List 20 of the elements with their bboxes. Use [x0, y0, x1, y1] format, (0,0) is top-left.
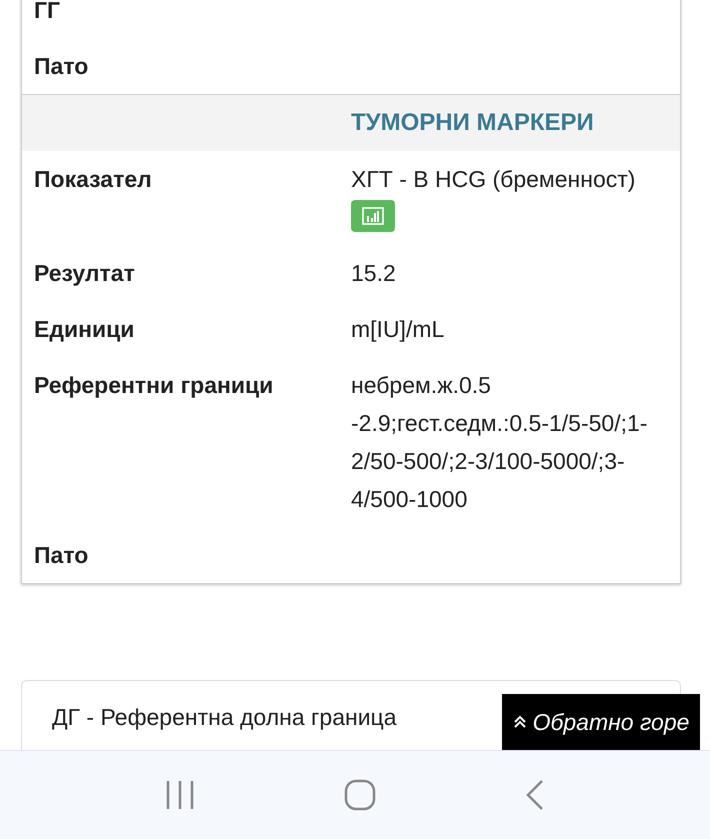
legend-text: ДГ - Референтна долна граница [52, 703, 397, 732]
chart-button[interactable] [351, 200, 395, 232]
field-label: Единици [34, 315, 136, 344]
field-value: m[IU]/mL [351, 315, 444, 344]
home-button[interactable] [344, 779, 376, 811]
field-label: ГГ [34, 0, 62, 25]
field-label: Резултат [34, 259, 136, 288]
field-label: Пато [34, 52, 90, 81]
field-label: Пато [34, 541, 90, 570]
field-label: Показател [34, 165, 153, 194]
back-to-top-button[interactable]: Обратно горе [502, 694, 700, 750]
field-label: Референтни граници [34, 371, 274, 400]
field-value: 15.2 [351, 259, 396, 288]
field-value: ХГТ - B HCG (бременност) [351, 165, 636, 194]
recent-apps-button[interactable] [164, 780, 195, 810]
double-chevron-up-icon [512, 715, 527, 729]
section-title: ТУМОРНИ МАРКЕРИ [351, 109, 595, 137]
field-value: небрем.ж.0.5 -2.9;гест.седм.:0.5-1/5-50/;1-2/50-500/;2-3/100-5000/;3-4/500-1000 [351, 371, 648, 514]
bar-chart-icon [362, 207, 384, 225]
back-button[interactable] [525, 779, 546, 811]
